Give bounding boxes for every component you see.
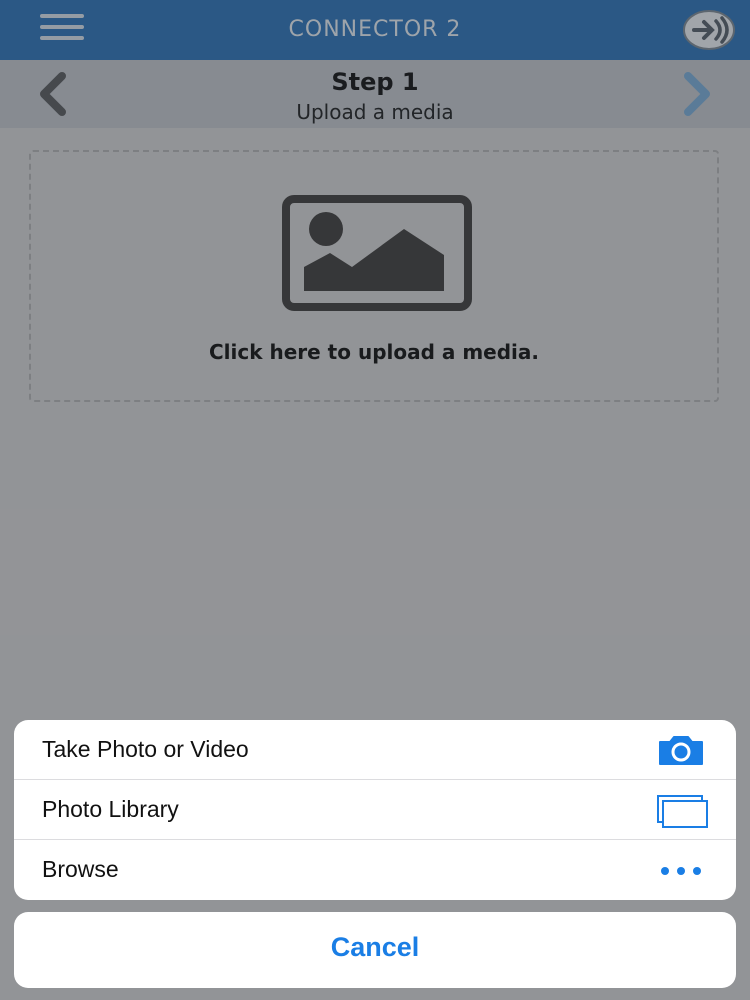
photo-library-icon: [656, 794, 708, 828]
browse-label: Browse: [42, 856, 119, 882]
cancel-label: Cancel: [330, 932, 420, 962]
browse-option[interactable]: Browse: [14, 840, 736, 900]
photo-library-option[interactable]: Photo Library: [14, 780, 736, 840]
take-photo-label: Take Photo or Video: [42, 736, 249, 762]
action-sheet: Take Photo or Video Photo Library Browse: [14, 720, 736, 900]
photo-library-label: Photo Library: [42, 796, 179, 822]
cancel-button[interactable]: Cancel: [14, 912, 736, 988]
camera-icon: [656, 734, 706, 768]
more-dots-icon: [656, 854, 706, 888]
take-photo-option[interactable]: Take Photo or Video: [14, 720, 736, 780]
